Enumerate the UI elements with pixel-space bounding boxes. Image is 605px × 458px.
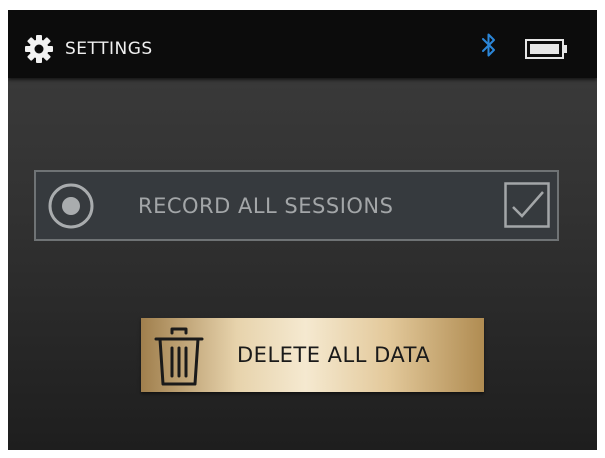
status-header: SETTINGS: [8, 10, 597, 78]
battery-icon: [525, 39, 567, 59]
gear-icon: [25, 35, 53, 63]
checkbox[interactable]: [504, 182, 550, 228]
bluetooth-icon: [482, 33, 495, 57]
delete-all-data-button[interactable]: DELETE ALL DATA: [141, 318, 484, 392]
record-all-sessions-label: RECORD ALL SESSIONS: [138, 194, 394, 218]
page-title: SETTINGS: [65, 39, 153, 59]
delete-all-data-label: DELETE ALL DATA: [237, 343, 431, 367]
record-all-sessions-option[interactable]: RECORD ALL SESSIONS: [34, 170, 559, 241]
trash-icon: [154, 327, 204, 386]
device-screen: SETTINGS RECORD ALL SESSIONS DELETE ALL …: [8, 10, 597, 450]
radio-button[interactable]: [47, 182, 95, 230]
